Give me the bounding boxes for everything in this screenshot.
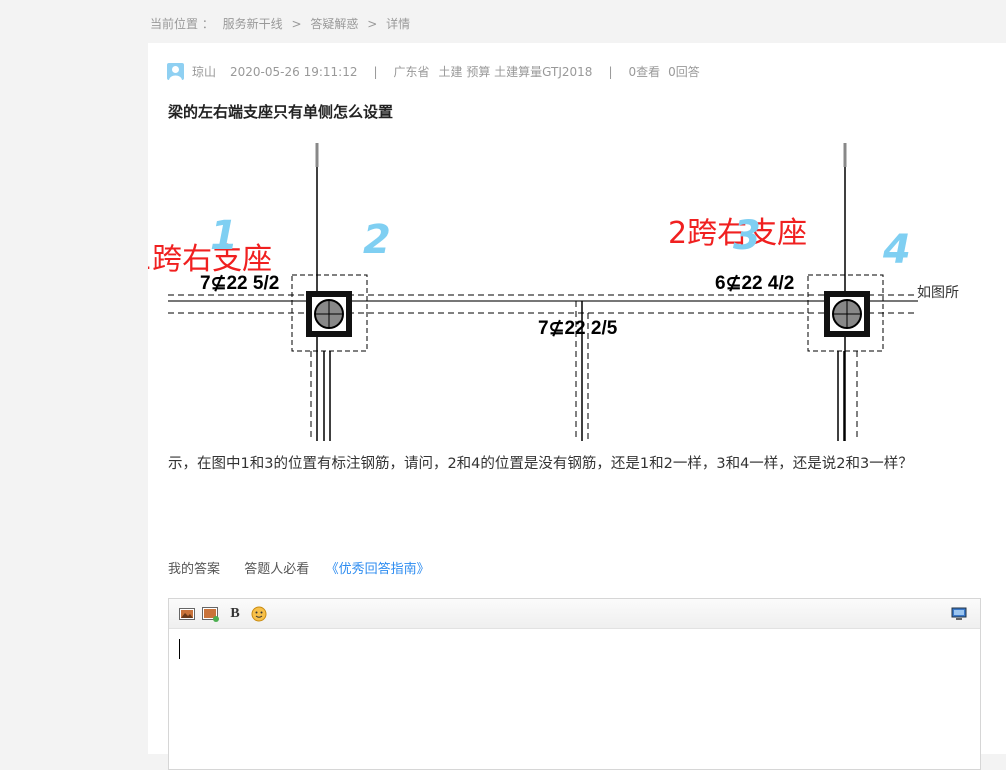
post-meta: 琼山 2020-05-26 19:11:12 | 广东省 土建 预算 土建算量G… (167, 63, 700, 80)
handwritten-number-2: 2 (363, 217, 391, 263)
answer-header: 我的答案 答题人必看 《优秀回答指南》 (168, 558, 430, 577)
my-answer-label: 我的答案 (168, 562, 221, 577)
handwritten-number-4: 4 (882, 227, 911, 273)
view-count: 0查看 (628, 65, 661, 79)
bold-icon[interactable]: B (226, 605, 244, 623)
question-card: 琼山 2020-05-26 19:11:12 | 广东省 土建 预算 土建算量G… (133, 43, 1006, 770)
breadcrumb-separator: > (367, 17, 378, 31)
answer-editor: B (168, 598, 981, 770)
post-datetime: 2020-05-26 19:11:12 (230, 64, 358, 79)
image-icon[interactable] (178, 605, 196, 623)
question-figure: 7⊈22 5/2 7⊈22 2/5 6⊈22 4/2 1跨右支座 2跨右支座 1… (133, 141, 1006, 443)
author-name[interactable]: 琼山 (192, 63, 216, 80)
meta-separator: | (608, 64, 613, 79)
answer-textarea[interactable] (169, 629, 980, 769)
text-caret (179, 639, 180, 659)
breadcrumb-label: 当前位置 ： (150, 17, 214, 31)
meta-separator: | (373, 64, 378, 79)
breadcrumb-separator: > (291, 17, 302, 31)
answer-count: 0回答 (668, 65, 700, 79)
answer-guide-link[interactable]: 《优秀回答指南》 (326, 562, 430, 577)
editor-toolbar: B (169, 599, 980, 629)
rebar-label-right: 6⊈22 4/2 (715, 273, 794, 294)
question-body: 示，在图中1和3的位置有标注钢筋，请问，2和4的位置是没有钢筋，还是1和2一样，… (168, 456, 913, 472)
emoji-icon[interactable] (250, 605, 268, 623)
avatar[interactable] (167, 63, 184, 80)
figure-caption: 如图所 (917, 285, 959, 301)
question-title: 梁的左右端支座只有单侧怎么设置 (168, 103, 394, 121)
rebar-label-mid: 7⊈22 2/5 (538, 318, 618, 339)
post-tags: 土建 预算 土建算量GTJ2018 (438, 65, 593, 79)
handwritten-number-1: 1 (210, 213, 238, 259)
handwritten-number-3: 3 (733, 213, 761, 259)
must-read-label: 答题人必看 (244, 562, 310, 577)
breadcrumb-item-qa[interactable]: 答疑解惑 (310, 17, 358, 31)
beam-drawing: 7⊈22 5/2 7⊈22 2/5 6⊈22 4/2 1跨右支座 2跨右支座 1… (133, 143, 959, 441)
breadcrumb-item-service[interactable]: 服务新干线 (223, 17, 283, 31)
post-region: 广东省 (393, 65, 430, 79)
fullscreen-icon[interactable] (950, 605, 968, 623)
breadcrumb: 当前位置 ： 服务新干线 > 答疑解惑 > 详情 (150, 15, 415, 32)
image-upload-icon[interactable] (202, 605, 220, 623)
breadcrumb-item-detail: 详情 (386, 17, 411, 31)
